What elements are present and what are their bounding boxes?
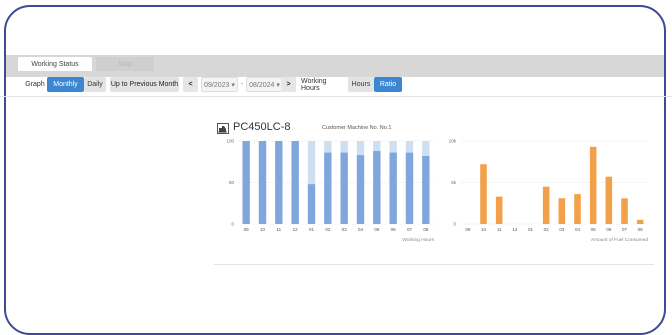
fuel-bar[interactable] (480, 164, 487, 224)
x-tick-label: 07 (407, 227, 413, 232)
working-hours-bar[interactable] (422, 155, 430, 224)
next-arrow-button[interactable]: > (281, 77, 296, 92)
card-bottom-line (214, 264, 654, 265)
fuel-bar[interactable] (542, 186, 550, 224)
x-tick-label: 05 (374, 227, 380, 232)
toolbar: Graph Monthly Daily Up to Previous Month… (0, 77, 672, 93)
hours-button[interactable]: Hours (348, 77, 374, 92)
working-hours-bar[interactable] (258, 141, 267, 224)
x-tick-label: 03 (342, 227, 348, 232)
x-tick-label: 04 (575, 227, 581, 232)
prev-month-button[interactable]: Up to Previous Month (110, 77, 179, 92)
fuel-bar[interactable] (574, 194, 581, 224)
monthly-button[interactable]: Monthly (47, 77, 84, 92)
y-tick-label: 5k (451, 180, 457, 185)
x-tick-label: 08 (638, 227, 644, 232)
y-tick-label: 0 (453, 222, 456, 227)
working-hours-bar[interactable] (324, 152, 332, 224)
x-tick-label: 03 (559, 227, 565, 232)
tab-working-status[interactable]: Working Status (18, 57, 92, 71)
x-tick-label: 12 (293, 227, 299, 232)
fuel-bar[interactable] (558, 198, 566, 224)
y-tick-label: 10k (449, 139, 457, 144)
x-tick-label: 11 (276, 227, 281, 232)
charts-area: 05010009 10 11 12 01 02 03 04 05 06 07 08Working Ho… (226, 139, 648, 244)
to-date-select[interactable]: 08/2024 ▾ (246, 77, 283, 92)
fuel-bar[interactable] (621, 198, 628, 224)
x-tick-label: 09 (465, 227, 471, 232)
toolbar-divider (0, 96, 672, 97)
fuel-bar[interactable] (636, 219, 644, 224)
working-hours-bar[interactable] (373, 150, 381, 224)
x-tick-label: 10 (260, 227, 266, 232)
working-hours-bar[interactable] (356, 155, 365, 224)
x-tick-label: 02 (544, 227, 550, 232)
daily-button[interactable]: Daily (84, 77, 106, 92)
x-tick-label: 01 (528, 227, 534, 232)
x-tick-label: 04 (358, 227, 364, 232)
x-tick-label: 12 (512, 227, 518, 232)
excavator-icon (217, 123, 229, 134)
prev-arrow-button[interactable]: < (183, 77, 198, 92)
x-tick-label: 08 (423, 227, 429, 232)
customer-machine-no: Customer Machine No. No.1 (322, 125, 392, 131)
x-tick-label: 05 (591, 227, 597, 232)
ratio-button[interactable]: Ratio (374, 77, 402, 92)
working-hours-label: Working Hours (301, 77, 327, 92)
y-tick-label: 100 (226, 139, 234, 144)
working-hours-bar[interactable] (389, 152, 397, 224)
x-axis-label: Working Hours (402, 237, 434, 243)
working-hours-bar[interactable] (291, 141, 299, 224)
x-tick-label: 06 (606, 227, 612, 232)
fuel-bar[interactable] (605, 176, 613, 224)
x-tick-label: 07 (622, 227, 628, 232)
x-tick-label: 01 (309, 227, 315, 232)
x-tick-label: 10 (481, 227, 487, 232)
from-date-select[interactable]: 09/2023 ▾ (201, 77, 238, 92)
machine-card: PC450LC-8 Customer Machine No. No.1 0 50 1… (214, 121, 652, 263)
working-hours-bar[interactable] (405, 152, 414, 224)
graph-label: Graph (25, 81, 45, 88)
x-tick-label: 09 (244, 227, 250, 232)
fuel-bar[interactable] (495, 196, 503, 224)
working-hours-bar[interactable] (275, 141, 283, 224)
range-separator: - (240, 81, 244, 88)
working-hours-bar[interactable] (242, 141, 250, 224)
working-hours-bar[interactable] (307, 184, 316, 224)
fuel-bar[interactable] (589, 146, 597, 224)
x-tick-label: 06 (391, 227, 397, 232)
x-tick-label: 11 (497, 227, 502, 232)
y-tick-label: 50 (229, 180, 235, 185)
x-axis-label: Amount of Fuel Consumed (591, 237, 648, 243)
x-tick-label: 02 (325, 227, 331, 232)
tab-map[interactable]: Map (96, 57, 154, 71)
machine-model: PC450LC-8 (233, 121, 291, 133)
working-hours-bar[interactable] (340, 152, 348, 224)
y-tick-label: 0 (231, 222, 234, 227)
